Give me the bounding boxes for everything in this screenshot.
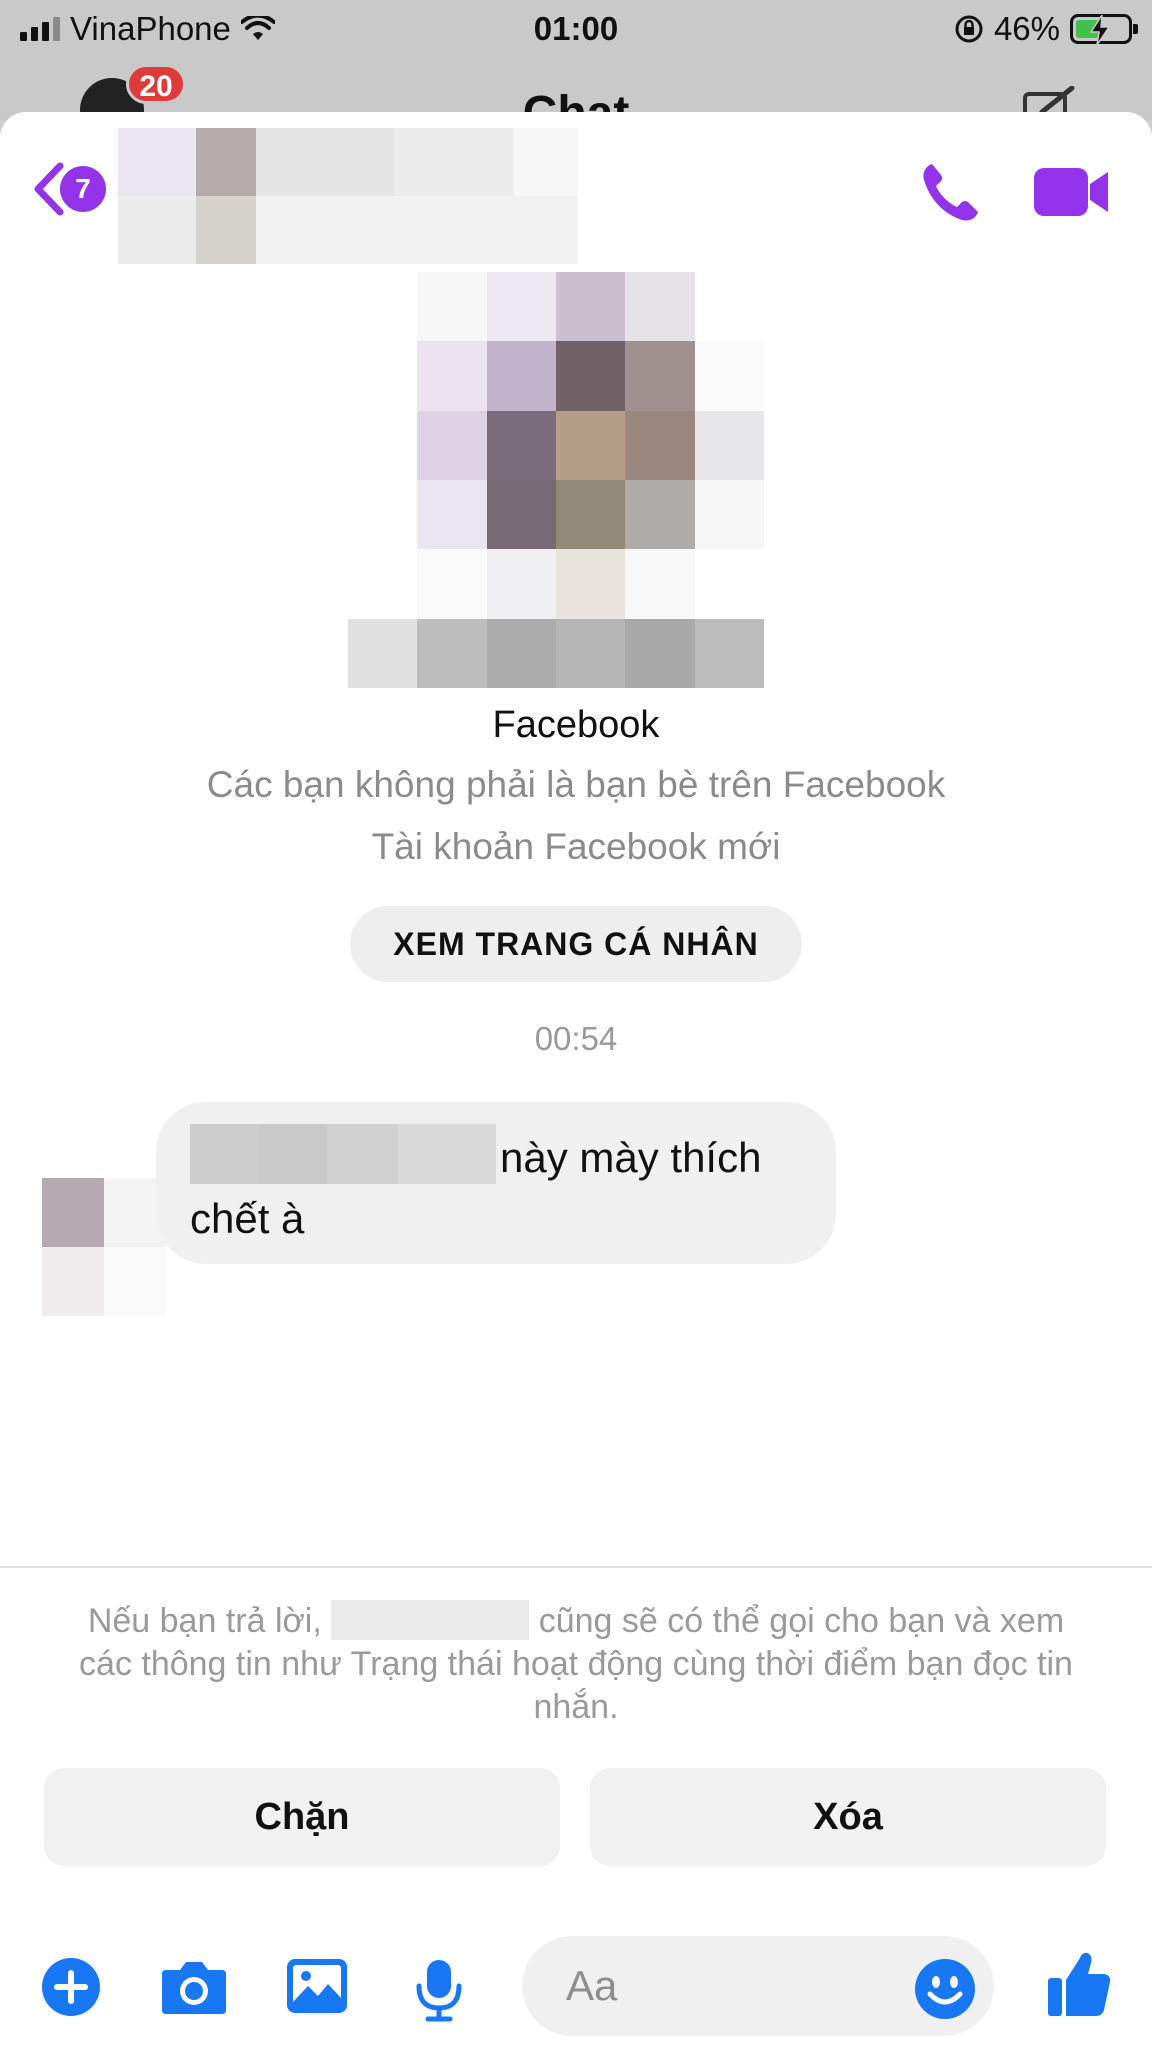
conversation-sheet: 7 Facebook Các bạn không phải là bạn bè … — [0, 112, 1152, 2048]
divider — [0, 1566, 1152, 1568]
thumbs-up-icon[interactable] — [1046, 1950, 1112, 2018]
plus-icon[interactable] — [42, 1958, 100, 2016]
battery-percent: 46% — [993, 10, 1060, 47]
contact-avatar-redacted[interactable] — [348, 272, 764, 688]
emoji-icon[interactable] — [914, 1958, 976, 2020]
status-right: 46% — [954, 10, 1138, 48]
view-profile-button[interactable]: XEM TRANG CÁ NHÂN — [350, 906, 802, 982]
phone-icon[interactable] — [918, 160, 982, 224]
gallery-icon[interactable] — [286, 1958, 348, 2014]
orientation-lock-icon — [955, 15, 983, 43]
chat-list-header: 20 Chat — [0, 60, 1152, 142]
contact-name-redacted — [118, 128, 578, 264]
delete-button[interactable]: Xóa — [590, 1768, 1106, 1866]
profile-name: Facebook — [492, 704, 660, 746]
sender-avatar-redacted[interactable] — [42, 1178, 166, 1316]
message-bubble[interactable]: này mày thích chết à — [156, 1102, 836, 1264]
account-note: Tài khoản Facebook mới — [371, 826, 781, 867]
message-timestamp: 00:54 — [534, 1020, 618, 1057]
back-button[interactable]: 7 — [32, 162, 106, 216]
relationship-status: Các bạn không phải là bạn bè trên Facebo… — [206, 764, 946, 805]
notice-text-before: Nếu bạn trả lời, — [87, 1602, 322, 1640]
microphone-icon[interactable] — [414, 1958, 464, 2022]
redacted-text — [190, 1124, 496, 1184]
camera-icon[interactable] — [160, 1958, 228, 2016]
redacted-name — [331, 1600, 530, 1640]
composer-bar — [0, 1912, 1152, 2048]
message-request-notice: Nếu bạn trả lời, cũng sẽ có thể gọi cho … — [60, 1600, 1092, 1729]
status-bar: VinaPhone 01:00 46% — [0, 0, 1152, 60]
back-unread-count: 7 — [60, 166, 106, 212]
block-button[interactable]: Chặn — [44, 1768, 560, 1866]
video-camera-icon[interactable] — [1034, 166, 1110, 218]
battery-charging-icon — [1070, 14, 1138, 45]
